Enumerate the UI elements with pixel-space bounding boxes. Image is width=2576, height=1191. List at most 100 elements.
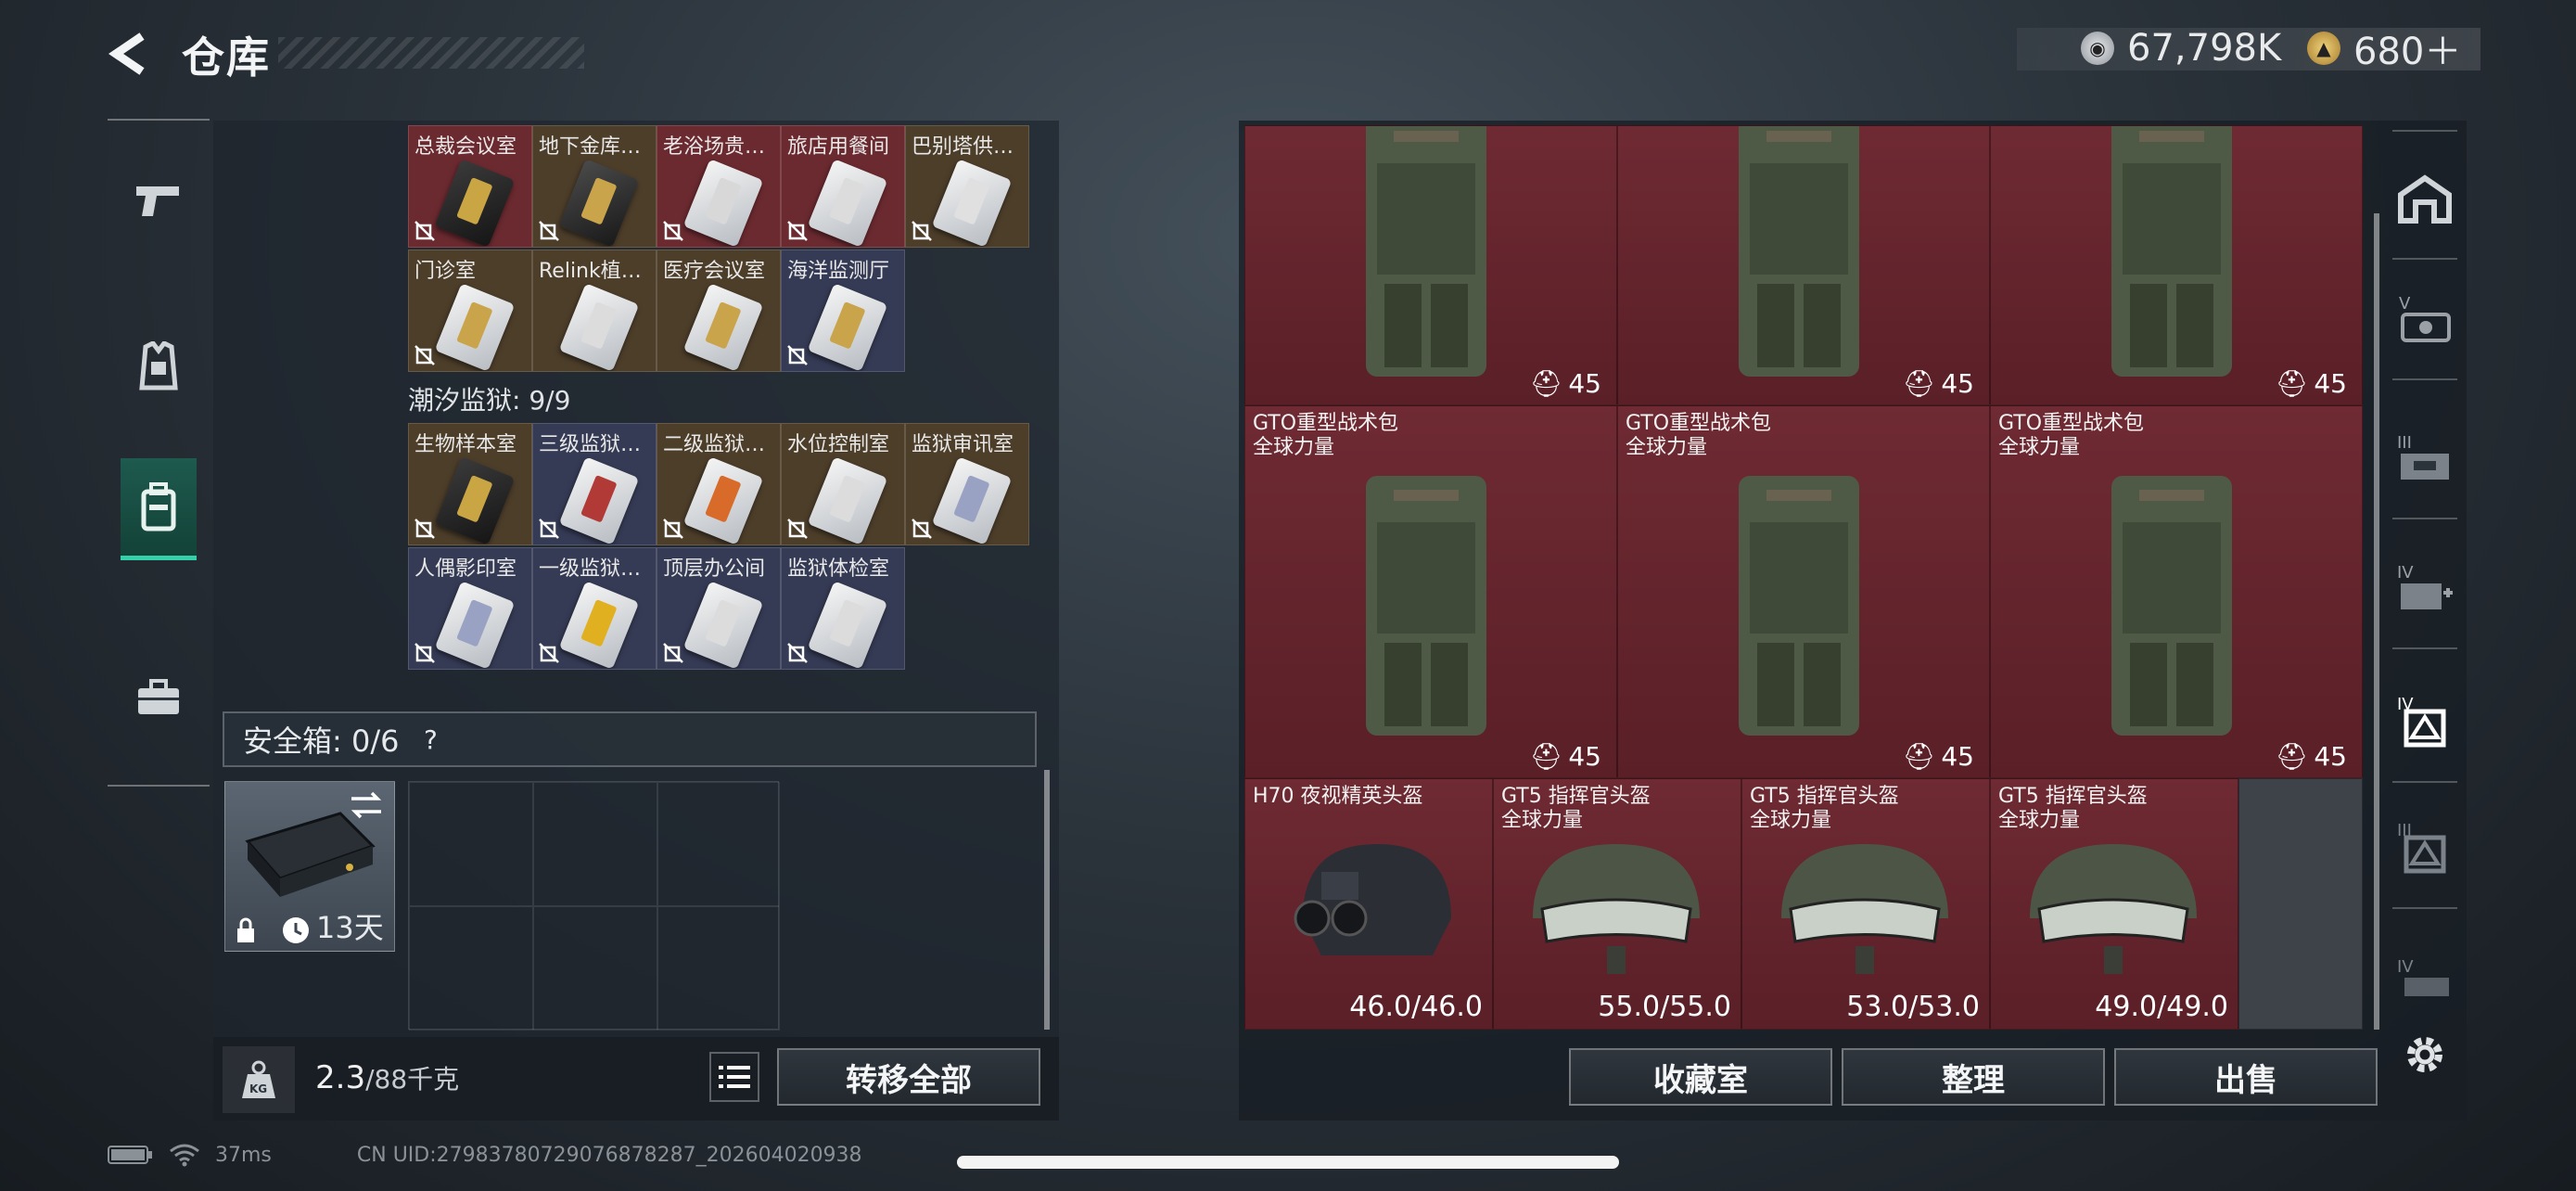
key-item[interactable]: 顶层办公间 [657,547,781,670]
keycard-icon [807,456,888,544]
key-group-2: 生物样本室 三级监狱… 二级监狱… 水位控制室 监狱审讯室 人偶影印室 一级监狱… [408,423,1031,673]
status-footer: 37ms CN UID:2798378072907687828​7_202604… [108,1143,862,1167]
tier-iii-armor-icon[interactable]: III [2392,816,2457,881]
sort-button[interactable]: 整理 [1842,1048,2105,1106]
keycard-icon [682,456,764,544]
helmet-tag-icon: ⛑ [2275,741,2309,772]
key-item[interactable]: 巴别塔供… [905,125,1029,248]
key-name: 生物样本室 [414,433,517,456]
helmet-item[interactable]: H70 夜视精英头盔 46.0/46.0 [1244,778,1493,1030]
home-icon[interactable] [2392,167,2457,232]
key-item[interactable]: 旅店用餐间 [781,125,905,248]
keycard-icon [434,159,516,247]
backpack-image [2111,126,2232,377]
tier-v-icon[interactable]: V [2392,288,2457,352]
keycard-icon [807,581,888,669]
unlinked-icon [663,519,683,539]
back-button[interactable] [102,26,158,82]
helmet-item[interactable]: GT5 指挥官头盔 全球力量 53.0/53.0 [1741,778,1990,1030]
list-view-button[interactable] [709,1052,759,1102]
key-name: 老浴场贵… [663,135,766,159]
key-item[interactable]: 人偶影印室 [408,547,532,670]
backpack-category-tab[interactable] [121,458,197,560]
safebox-slot[interactable] [409,782,533,906]
tier-iv-armor-icon[interactable]: IV [2392,690,2457,755]
key-item[interactable]: 一级监狱… [532,547,657,670]
item-durability: 55.0/55.0 [1598,991,1731,1023]
key-item[interactable]: 地下金库… [532,125,657,248]
backpack-item[interactable]: GTO重型战术包 全球力量 ⛑ 45 [1990,405,2363,778]
key-item[interactable]: 监狱体检室 [781,547,905,670]
settings-icon[interactable] [2392,1022,2457,1087]
keycard-icon [434,581,516,669]
secure-case-slot[interactable]: 13天 [224,781,395,952]
backpack-item[interactable]: ⛑ 45 [1990,125,2363,405]
item-durability: 49.0/49.0 [2095,991,2228,1023]
right-scrollbar[interactable] [2374,213,2379,1030]
battery-icon [108,1146,152,1164]
empty-slot[interactable] [2238,778,2363,1030]
sell-button[interactable]: 出售 [2114,1048,2378,1106]
weight-capacity: /88千克 [365,1064,460,1095]
item-name: GT5 指挥官头盔 [1750,785,1899,808]
collection-room-button[interactable]: 收藏室 [1569,1048,1832,1106]
armor-category-tab[interactable] [121,315,197,417]
key-item[interactable]: 二级监狱… [657,423,781,545]
safebox-grid[interactable] [408,781,780,1031]
side-separator [2392,781,2457,783]
home-indicator[interactable] [957,1156,1619,1169]
title-decoration [278,37,584,69]
key-item[interactable]: 海洋监测厅 [781,250,905,372]
tier-iii-icon[interactable]: III [2392,427,2457,492]
tier-iv-backpack-icon[interactable]: IV [2392,946,2457,1011]
helmet-item[interactable]: GT5 指挥官头盔 全球力量 49.0/49.0 [1990,778,2238,1030]
key-item[interactable]: 水位控制室 [781,423,905,545]
keycard-icon [807,283,888,371]
item-count: ⛑ 45 [1902,368,1974,399]
left-scrollbar[interactable] [1044,770,1050,1030]
silver-currency[interactable]: ◉ 67,798K [2081,22,2281,74]
safebox-slot[interactable] [533,906,657,1031]
commander-helmet-image [1781,844,1948,974]
tier-iv-plus-icon[interactable]: IV [2392,557,2457,621]
backpack-item[interactable]: GTO重型战术包 全球力量 ⛑ 45 [1617,405,1990,778]
key-item[interactable]: 总裁会议室 [408,125,532,248]
swap-icon[interactable] [348,789,385,821]
case-timer: 13天 [316,910,384,945]
unlinked-icon [787,221,808,241]
prison-keys-title: 潮汐监狱: 9/9 [408,385,571,416]
safebox-slot[interactable] [409,906,533,1031]
side-separator [2392,518,2457,519]
safebox-slot[interactable] [533,782,657,906]
keycard-icon [682,283,764,371]
key-item[interactable]: 生物样本室 [408,423,532,545]
safebox-slot[interactable] [657,906,780,1031]
key-name: 监狱审讯室 [912,433,1014,456]
item-name: GTO重型战术包 [1253,412,1399,435]
key-item[interactable]: 三级监狱… [532,423,657,545]
backpack-item[interactable]: ⛑ 45 [1617,125,1990,405]
key-item[interactable]: 门诊室 [408,250,532,372]
case-category-tab[interactable] [121,647,197,749]
item-durability: 46.0/46.0 [1349,991,1483,1023]
back-arrow-icon [108,32,145,75]
key-name: 人偶影印室 [414,557,517,581]
keycard-icon [807,159,888,247]
weapon-category-tab[interactable] [121,150,197,252]
keycard-icon [558,581,640,669]
helmet-item[interactable]: GT5 指挥官头盔 全球力量 55.0/55.0 [1493,778,1741,1030]
backpack-item[interactable]: ⛑ 45 [1244,125,1617,405]
unlinked-icon [787,643,808,663]
safebox-slot[interactable] [657,782,780,906]
help-button[interactable]: ? [412,721,449,758]
night-vision-helmet-image [1294,844,1451,955]
backpack-item[interactable]: GTO重型战术包 全球力量 ⛑ 45 [1244,405,1617,778]
key-item[interactable]: 监狱审讯室 [905,423,1029,545]
gold-currency[interactable]: ▲ 680＋ [2307,22,2461,74]
transfer-all-button[interactable]: 转移全部 [777,1048,1040,1106]
keycard-icon [434,283,516,371]
backpack-image [1739,126,1859,377]
key-item[interactable]: 医疗会议室 [657,250,781,372]
key-item[interactable]: Relink植… [532,250,657,372]
key-item[interactable]: 老浴场贵… [657,125,781,248]
